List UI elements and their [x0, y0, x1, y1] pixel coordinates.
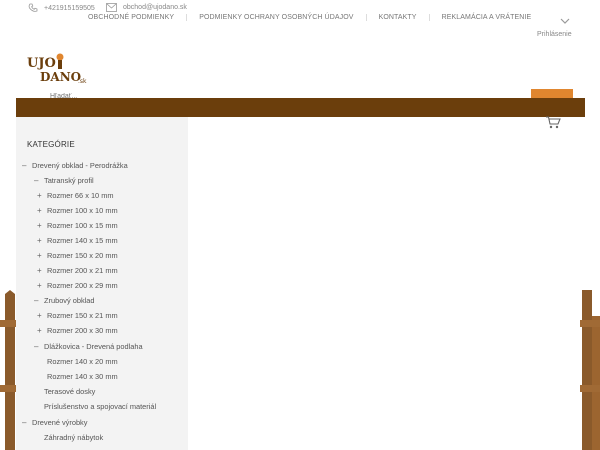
category-item[interactable]: – Zrubový obklad — [34, 296, 95, 305]
brand-bar — [16, 98, 585, 117]
category-item[interactable]: + Rozmer 140 x 15 mm — [37, 236, 118, 245]
category-item[interactable]: Terasové dosky — [44, 387, 95, 396]
expand-toggle[interactable]: + — [37, 206, 47, 215]
category-label: Terasové dosky — [44, 387, 96, 396]
collapse-toggle[interactable]: – — [22, 161, 32, 170]
category-item[interactable]: Rozmer 140 x 20 mm — [47, 357, 118, 366]
phone-icon — [28, 3, 38, 12]
main-nav: OBCHODNÉ PODMIENKY PODMIENKY OCHRANY OSO… — [76, 14, 543, 21]
email-address: obchod@ujodano.sk — [123, 4, 187, 11]
category-label: Rozmer 100 x 10 mm — [47, 206, 118, 215]
category-label: Rozmer 200 x 29 mm — [47, 281, 118, 290]
nav-item-returns[interactable]: REKLAMÁCIA A VRÁTENIE — [428, 14, 544, 21]
expand-toggle[interactable]: + — [37, 221, 47, 230]
category-label: Zrubový obklad — [44, 296, 95, 305]
category-label: Drevené výrobky — [32, 418, 88, 427]
category-item[interactable]: + Rozmer 200 x 21 mm — [37, 266, 118, 275]
category-label: Rozmer 140 x 30 mm — [47, 372, 118, 381]
expand-toggle[interactable]: + — [37, 191, 47, 200]
nav-item-terms[interactable]: OBCHODNÉ PODMIENKY — [76, 14, 186, 21]
envelope-icon — [106, 3, 117, 12]
logo-text-bottom: DANO — [40, 70, 81, 84]
nav-item-privacy[interactable]: PODMIENKY OCHRANY OSOBNÝCH ÚDAJOV — [186, 14, 365, 21]
category-label: Drevený obklad - Perodrážka — [32, 161, 128, 170]
category-item[interactable]: Príslušenstvo a spojovací materiál — [44, 402, 156, 411]
category-item[interactable]: + Rozmer 100 x 15 mm — [37, 221, 118, 230]
cart-icon[interactable] — [545, 116, 561, 129]
category-item[interactable]: + Rozmer 200 x 29 mm — [37, 281, 118, 290]
category-label: Rozmer 150 x 20 mm — [47, 251, 118, 260]
category-label: Rozmer 140 x 15 mm — [47, 236, 118, 245]
category-label: Príslušenstvo a spojovací materiál — [44, 402, 157, 411]
category-item[interactable]: + Rozmer 66 x 10 mm — [37, 191, 114, 200]
category-item[interactable]: + Rozmer 200 x 30 mm — [37, 326, 118, 335]
category-label: Rozmer 200 x 21 mm — [47, 266, 118, 275]
chevron-down-icon[interactable] — [560, 17, 570, 25]
expand-toggle[interactable]: + — [37, 281, 47, 290]
logo-text-top: UJO — [27, 56, 56, 71]
phone-number: +421915159505 — [44, 4, 95, 12]
category-label: Rozmer 200 x 30 mm — [47, 326, 118, 335]
expand-toggle[interactable]: + — [37, 236, 47, 245]
category-item[interactable]: – Drevené výrobky — [22, 418, 87, 427]
nav-item-contacts[interactable]: KONTAKTY — [365, 14, 429, 21]
collapse-toggle[interactable]: – — [34, 342, 44, 351]
category-label: Dlážkovica - Drevená podlaha — [44, 342, 143, 351]
category-item[interactable]: – Dlážkovica - Drevená podlaha — [34, 342, 143, 351]
category-label: Rozmer 140 x 20 mm — [47, 357, 118, 366]
fence-decoration-right — [580, 290, 600, 450]
collapse-toggle[interactable]: – — [34, 296, 44, 305]
category-item[interactable]: + Rozmer 150 x 20 mm — [37, 251, 118, 260]
email-contact[interactable]: obchod@ujodano.sk — [106, 3, 187, 12]
category-item[interactable]: + Rozmer 100 x 10 mm — [37, 206, 118, 215]
sidebar-title: KATEGÓRIE — [27, 140, 75, 149]
top-bar: +421915159505 obchod@ujodano.sk OBCHODNÉ… — [0, 0, 600, 40]
category-label: Rozmer 66 x 10 mm — [47, 191, 114, 200]
category-item[interactable]: + Rozmer 150 x 21 mm — [37, 311, 118, 320]
expand-toggle[interactable]: + — [37, 326, 47, 335]
site-logo[interactable]: UJO DANO .sk — [26, 52, 92, 88]
category-item[interactable]: Rozmer 140 x 30 mm — [47, 372, 118, 381]
category-label: Rozmer 100 x 15 mm — [47, 221, 118, 230]
category-item[interactable]: – Drevený obklad - Perodrážka — [22, 161, 128, 170]
category-item[interactable]: – Tatranský profil — [34, 176, 94, 185]
logo-text-suffix: .sk — [78, 78, 87, 85]
category-item[interactable]: Záhradný nábytok — [44, 433, 103, 442]
collapse-toggle[interactable]: – — [22, 418, 32, 427]
expand-toggle[interactable]: + — [37, 266, 47, 275]
expand-toggle[interactable]: + — [37, 311, 47, 320]
category-label: Záhradný nábytok — [44, 433, 104, 442]
expand-toggle[interactable]: + — [37, 251, 47, 260]
category-label: Tatranský profil — [44, 176, 94, 185]
login-link[interactable]: Prihlásenie — [537, 31, 572, 38]
collapse-toggle[interactable]: – — [34, 176, 44, 185]
category-label: Rozmer 150 x 21 mm — [47, 311, 118, 320]
phone-contact[interactable]: +421915159505 — [28, 3, 95, 13]
